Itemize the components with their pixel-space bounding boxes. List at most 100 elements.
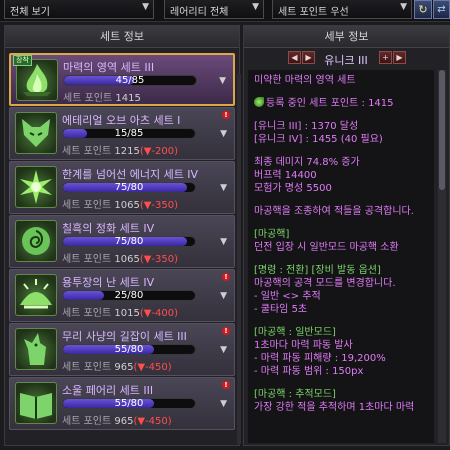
expand-icon[interactable]: ▼	[219, 76, 226, 86]
set-point-delta: (▼-200)	[139, 146, 179, 157]
expand-icon[interactable]: ▼	[220, 237, 227, 247]
set-progress-text: 15/85	[114, 128, 144, 139]
set-point-label: 세트 포인트	[62, 416, 112, 427]
set-name: 칠흑의 정화 세트 IV	[62, 222, 155, 235]
prev-first-button[interactable]: ◀	[288, 51, 301, 64]
expand-icon[interactable]: ▼	[220, 129, 227, 139]
set-point-value: 1015	[114, 308, 140, 319]
set-progress-bar: 75/80	[62, 182, 196, 193]
set-point-value: 1065	[114, 254, 140, 265]
rarity-nav: ◀ ▶ 유니크 III + ▶	[244, 49, 449, 67]
rose-icon	[15, 220, 57, 262]
set-card[interactable]: 한계를 넘어선 에너지 세트 IV 75/80 세트 포인트 1065(▼-35…	[9, 161, 235, 214]
set-point-label: 세트 포인트	[62, 362, 112, 373]
set-point-value: 1065	[114, 200, 140, 211]
arrow-right-icon: ▶	[305, 53, 312, 62]
detail-text-area: 미약한 마력의 영역 세트 등록 중인 세트 포인트 : 1415 [유니크 III…	[248, 70, 434, 443]
alert-icon: !	[222, 111, 230, 119]
detail-spacer	[254, 316, 428, 326]
set-point-delta: (▼-450)	[133, 362, 172, 373]
refresh-icon: ↻	[418, 3, 428, 16]
expand-icon[interactable]: ▼	[220, 291, 227, 301]
set-card[interactable]: 장착 마력의 영역 세트 III 45/85 세트 포인트 1415 ▼	[9, 53, 235, 106]
alert-icon: !	[222, 273, 230, 281]
detail-spacer	[254, 378, 428, 388]
set-card[interactable]: 소울 페어리 세트 III 55/80 세트 포인트 965(▼-450) ! …	[9, 377, 235, 430]
sort-value: 세트 포인트 우선	[278, 7, 349, 18]
expand-icon[interactable]: ▼	[220, 345, 227, 355]
detail-line: 최종 데미지 74.8% 증가	[254, 157, 360, 168]
set-card[interactable]: 용투장의 난 세트 IV 25/80 세트 포인트 1015(▼-400) ! …	[9, 269, 235, 322]
alert-icon: !	[222, 327, 230, 335]
set-name: 무리 사냥의 길잡이 세트 III	[62, 330, 187, 343]
scrollbar-thumb[interactable]	[439, 70, 445, 190]
set-progress-bar: 55/80	[62, 344, 196, 355]
chevron-down-icon: ▼	[142, 2, 149, 12]
set-progress-text: 55/80	[114, 398, 144, 409]
set-card[interactable]: 에테리얼 오브 아츠 세트 I 15/85 세트 포인트 1215(▼-200)…	[9, 107, 235, 160]
next-button[interactable]: ▶	[393, 51, 406, 64]
set-point-value: 1215	[114, 146, 140, 157]
detail-spacer	[254, 146, 428, 156]
set-list-scrollbar[interactable]	[237, 74, 241, 444]
detail-line: 가장 강한 적을 추적하며 1초마다 마력	[254, 402, 415, 413]
detail-line: [마공핵]	[254, 229, 290, 240]
refresh-button[interactable]: ↻	[414, 0, 432, 19]
swap-icon: ⇄	[437, 4, 446, 15]
detail-line: [마공핵 : 일반모드]	[254, 327, 336, 338]
set-card[interactable]: 무리 사냥의 길잡이 세트 III 55/80 세트 포인트 965(▼-450…	[9, 323, 235, 376]
detail-panel: 세부 정보 ◀ ▶ 유니크 III + ▶ 미약한 마력의 영역 세트 등록 중인…	[243, 25, 450, 446]
set-card[interactable]: 칠흑의 정화 세트 IV 75/80 세트 포인트 1065(▼-350) ▼	[9, 215, 235, 268]
expand-icon[interactable]: ▼	[220, 399, 227, 409]
leaf-icon	[254, 97, 264, 107]
set-name: 에테리얼 오브 아츠 세트 I	[62, 114, 181, 127]
expand-icon[interactable]: ▼	[220, 183, 227, 193]
rarity-filter-dropdown[interactable]: 레어리티 전체 ▼	[164, 0, 264, 19]
detail-line: [마공핵 : 추적모드]	[254, 389, 336, 400]
set-info-panel: 세트 정보 장착 마력의 영역 세트 III 45/85 세트 포인트 1415…	[4, 25, 241, 446]
set-point-label: 세트 포인트	[62, 308, 112, 319]
detail-line: 모험가 명성 5500	[254, 183, 332, 194]
swap-button[interactable]: ⇄	[433, 0, 450, 19]
set-point: 세트 포인트 965(▼-450)	[62, 358, 172, 373]
set-point-value: 965	[114, 416, 134, 427]
detail-line: [유니크 III] : 1370 달성	[254, 121, 359, 132]
set-name: 마력의 영역 세트 III	[63, 61, 155, 74]
set-point: 세트 포인트 1215(▼-200)	[62, 142, 178, 157]
book-icon	[15, 382, 57, 424]
set-point-delta: (▼-400)	[139, 308, 179, 319]
set-point-label: 세트 포인트	[62, 254, 112, 265]
rarity-nav-label: 유니크 III	[324, 54, 368, 67]
set-point-delta: (▼-350)	[139, 200, 179, 211]
detail-line: 버프력 14400	[254, 170, 317, 181]
set-progress-bar: 75/80	[62, 236, 196, 247]
set-progress-text: 75/80	[114, 236, 144, 247]
detail-line: [명령 : 전환] [장비 발동 옵션]	[254, 265, 381, 276]
view-filter-value: 전체 보기	[10, 7, 50, 18]
energy-burst-icon	[15, 166, 57, 208]
add-button[interactable]: +	[379, 51, 392, 64]
prev-button[interactable]: ▶	[302, 51, 315, 64]
detail-line: [유니크 IV] : 1455 (40 필요)	[254, 134, 383, 145]
detail-spacer	[254, 218, 428, 228]
set-progress-text: 55/80	[114, 344, 144, 355]
set-name: 소울 페어리 세트 III	[62, 384, 154, 397]
set-point-value: 1415	[115, 93, 141, 104]
detail-spacer	[254, 195, 428, 205]
set-progress-bar: 15/85	[62, 128, 196, 139]
detail-line: 1초마다 마력 파동 발사	[254, 340, 353, 351]
filter-bar: 전체 보기 ▼ 레어리티 전체 ▼ 세트 포인트 우선 ▼ ↻ ⇄	[0, 0, 450, 22]
detail-line: - 마력 파동 범위 : 150px	[254, 366, 364, 377]
set-point-delta: (▼-350)	[139, 254, 179, 265]
plus-icon: +	[382, 53, 389, 62]
set-point-label: 세트 포인트	[62, 200, 112, 211]
set-point: 세트 포인트 1065(▼-350)	[62, 196, 178, 211]
sunburst-icon	[15, 274, 57, 316]
fox-icon	[15, 112, 57, 154]
set-point: 세트 포인트 1065(▼-350)	[62, 250, 178, 265]
detail-spacer	[254, 110, 428, 120]
detail-scrollbar[interactable]	[438, 70, 446, 443]
sort-dropdown[interactable]: 세트 포인트 우선 ▼	[272, 0, 412, 19]
set-name: 용투장의 난 세트 IV	[62, 276, 155, 289]
view-filter-dropdown[interactable]: 전체 보기 ▼	[4, 0, 154, 19]
